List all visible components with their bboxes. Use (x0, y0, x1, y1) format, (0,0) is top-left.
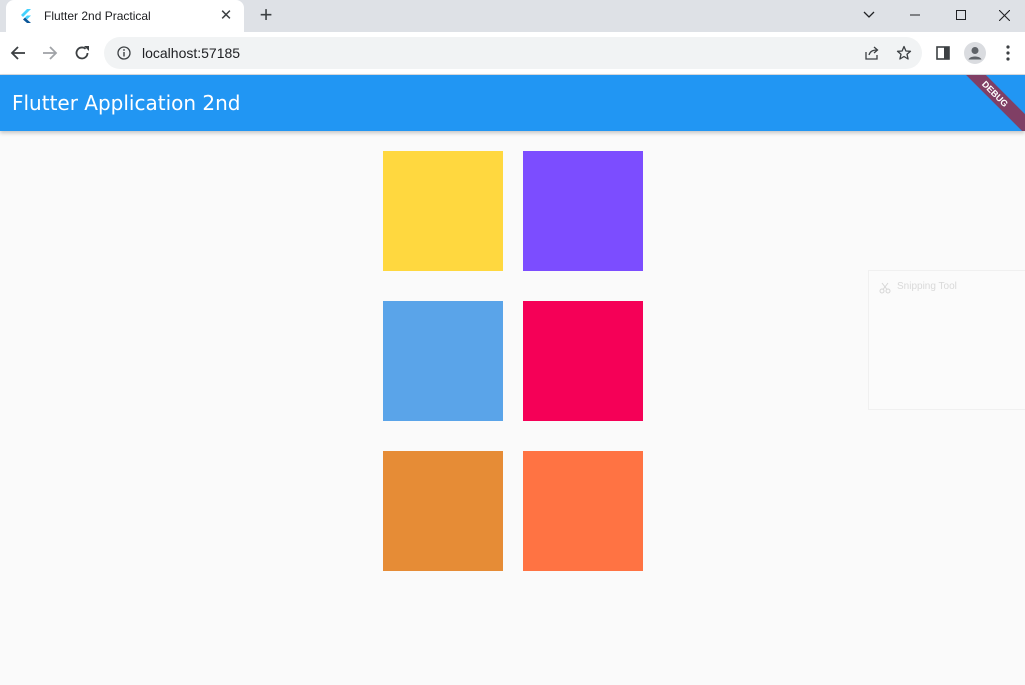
square-yellow[interactable] (383, 151, 503, 271)
browser-tab[interactable]: Flutter 2nd Practical ✕ (6, 0, 244, 32)
square-pink-red[interactable] (523, 301, 643, 421)
square-light-blue[interactable] (383, 301, 503, 421)
flutter-logo-icon (18, 8, 34, 24)
bookmark-star-icon[interactable] (890, 39, 918, 67)
site-info-icon[interactable] (116, 45, 132, 61)
back-arrow-icon[interactable] (4, 39, 32, 67)
debug-banner: DEBUG (947, 75, 1025, 131)
window-close-icon[interactable] (984, 0, 1025, 30)
app-title: Flutter Application 2nd (12, 91, 241, 115)
tab-close-icon[interactable]: ✕ (218, 8, 234, 24)
snipping-tool-label: Snipping Tool (897, 281, 957, 292)
tab-search-chevron-icon[interactable] (846, 0, 892, 30)
browser-tab-strip: Flutter 2nd Practical ✕ + (0, 0, 1025, 32)
snipping-tool-overlay: Snipping Tool (868, 270, 1025, 410)
share-icon[interactable] (858, 39, 886, 67)
minimize-icon[interactable] (892, 0, 938, 30)
tab-title: Flutter 2nd Practical (44, 9, 151, 23)
square-deep-orange[interactable] (523, 451, 643, 571)
new-tab-button[interactable]: + (254, 4, 278, 28)
browser-toolbar: localhost:57185 (0, 32, 1025, 75)
reload-icon[interactable] (68, 39, 96, 67)
maximize-icon[interactable] (938, 0, 984, 30)
forward-arrow-icon[interactable] (36, 39, 64, 67)
kebab-menu-icon[interactable] (994, 39, 1022, 67)
square-orange[interactable] (383, 451, 503, 571)
square-purple[interactable] (523, 151, 643, 271)
app-bar: Flutter Application 2nd DEBUG (0, 75, 1025, 131)
profile-avatar-icon[interactable] (961, 39, 989, 67)
side-panel-icon[interactable] (929, 39, 957, 67)
address-bar[interactable]: localhost:57185 (104, 37, 922, 69)
scissors-icon (879, 281, 891, 294)
url-text[interactable]: localhost:57185 (142, 45, 858, 61)
